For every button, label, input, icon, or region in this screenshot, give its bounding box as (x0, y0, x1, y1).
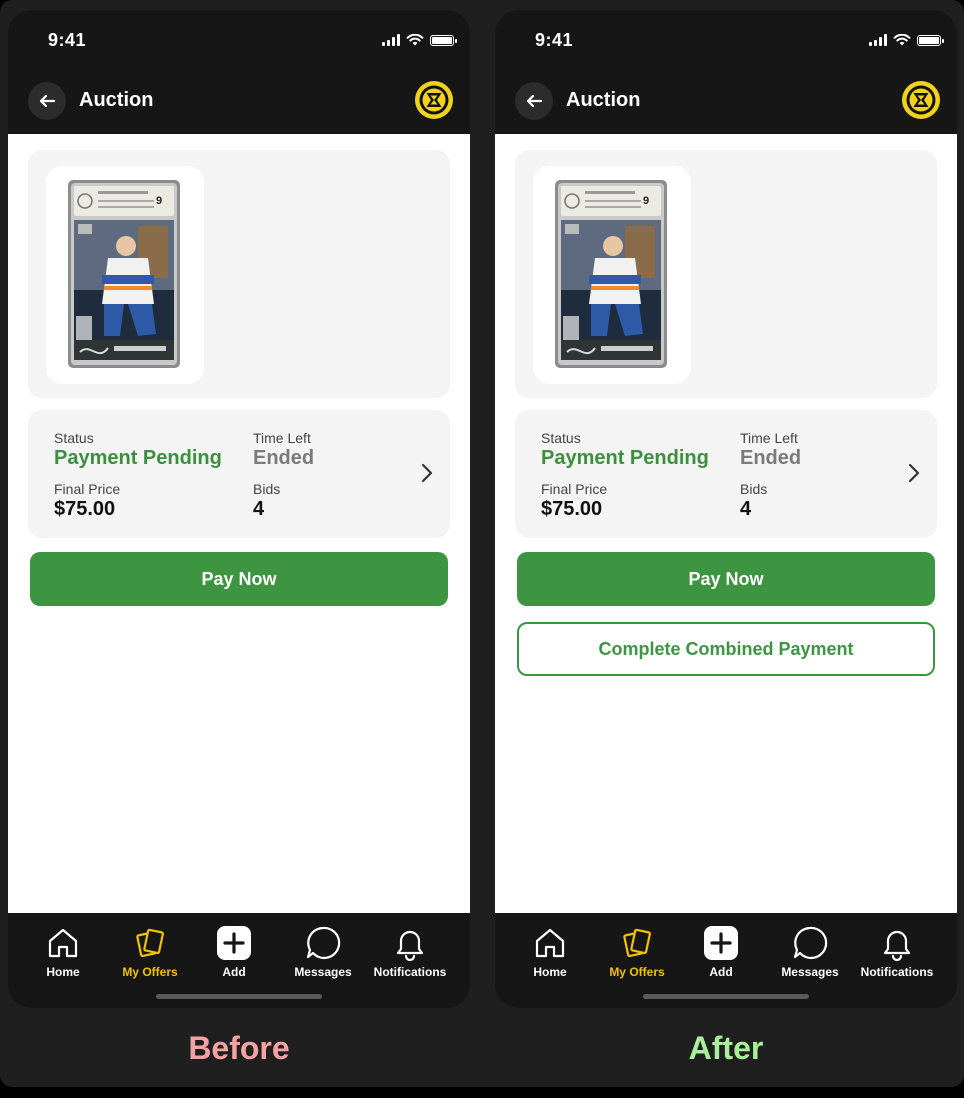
chevron-right-icon[interactable] (420, 462, 434, 484)
card-grade: 9 (156, 195, 162, 207)
tab-messages[interactable]: Messages (278, 925, 368, 979)
bids-value: 4 (253, 498, 265, 520)
auction-summary-card[interactable]: Status Payment Pending Time Left Ended F… (28, 410, 450, 538)
page-title: Auction (79, 89, 154, 111)
arrow-left-icon (526, 94, 543, 108)
time-left-label: Time Left (740, 430, 798, 446)
battery-icon (430, 34, 457, 46)
tab-home-label: Home (533, 965, 567, 979)
time-left-value: Ended (253, 447, 315, 469)
brand-logo-icon[interactable] (414, 80, 454, 120)
chevron-right-icon[interactable] (907, 462, 921, 484)
final-price-label: Final Price (541, 481, 608, 497)
auction-summary-card[interactable]: Status Payment Pending Time Left Ended F… (515, 410, 937, 538)
back-button[interactable] (515, 82, 553, 120)
time-left-label: Time Left (253, 430, 311, 446)
phone-before: 9:41 Auction 9 Status Payment Pending Ti… (8, 10, 470, 1008)
tab-notifications-label: Notifications (860, 965, 934, 979)
signal-icon (869, 34, 887, 46)
status-bar: 9:41 (495, 10, 957, 70)
home-indicator (156, 994, 322, 999)
plus-icon (704, 926, 738, 960)
arrow-left-icon (39, 94, 56, 108)
tab-messages-label: Messages (781, 965, 839, 979)
top-app-bar: Auction (495, 80, 957, 134)
final-price-label: Final Price (54, 481, 121, 497)
tab-add[interactable]: Add (676, 925, 766, 979)
complete-combined-payment-button[interactable]: Complete Combined Payment (517, 622, 935, 676)
back-button[interactable] (28, 82, 66, 120)
wifi-icon (406, 34, 424, 46)
tab-my-offers-label: My Offers (609, 965, 665, 979)
page-title: Auction (566, 89, 641, 111)
home-icon (535, 928, 565, 958)
pay-now-button[interactable]: Pay Now (517, 552, 935, 606)
status-value: Payment Pending (54, 447, 222, 469)
bell-icon (396, 930, 424, 961)
cards-icon (136, 928, 164, 958)
card-thumbnail[interactable]: 9 (533, 166, 691, 384)
home-icon (48, 928, 78, 958)
graded-card-image: 9 (68, 180, 180, 368)
auction-content: 9 Status Payment Pending Time Left Ended… (495, 134, 957, 913)
card-thumbnail[interactable]: 9 (46, 166, 204, 384)
status-label: Status (541, 430, 581, 446)
battery-icon (917, 34, 944, 46)
time-left-value: Ended (740, 447, 802, 469)
plus-icon (217, 926, 251, 960)
graded-card-image: 9 (555, 180, 667, 368)
tab-home[interactable]: Home (18, 925, 108, 979)
tab-notifications[interactable]: Notifications (852, 925, 942, 979)
status-value: Payment Pending (541, 447, 709, 469)
status-label: Status (54, 430, 94, 446)
bottom-tab-bar: Home My Offers Add Messages Notification… (495, 913, 957, 1008)
final-price-value: $75.00 (541, 498, 603, 520)
cards-icon (623, 928, 651, 958)
tab-add-label: Add (709, 965, 733, 979)
system-icons (869, 34, 944, 46)
bids-label: Bids (253, 481, 281, 497)
bids-label: Bids (740, 481, 768, 497)
bids-value: 4 (740, 498, 752, 520)
tab-notifications[interactable]: Notifications (365, 925, 455, 979)
card-grade: 9 (643, 195, 649, 207)
signal-icon (382, 34, 400, 46)
status-time: 9:41 (535, 30, 574, 50)
auction-content: 9 Status Payment Pending Time Left Ended… (8, 134, 470, 913)
tab-my-offers[interactable]: My Offers (592, 925, 682, 979)
comparison-canvas: 9:41 Auction 9 Status Payment Pending Ti… (0, 0, 964, 1087)
status-time: 9:41 (48, 30, 87, 50)
caption-after: After (688, 1030, 764, 1066)
tab-notifications-label: Notifications (373, 965, 447, 979)
status-bar: 9:41 (8, 10, 470, 70)
chat-bubble-icon (793, 926, 828, 960)
tab-home-label: Home (46, 965, 80, 979)
home-indicator (643, 994, 809, 999)
phone-after: 9:41 Auction 9 Status Payment Pending Ti… (495, 10, 957, 1008)
tab-add[interactable]: Add (189, 925, 279, 979)
tab-my-offers-label: My Offers (122, 965, 178, 979)
tab-home[interactable]: Home (505, 925, 595, 979)
card-image-panel: 9 (28, 150, 450, 398)
top-app-bar: Auction (8, 80, 470, 134)
tab-messages-label: Messages (294, 965, 352, 979)
tab-my-offers[interactable]: My Offers (105, 925, 195, 979)
wifi-icon (893, 34, 911, 46)
bell-icon (883, 930, 911, 961)
brand-logo-icon[interactable] (901, 80, 941, 120)
caption-before: Before (188, 1030, 290, 1066)
tab-add-label: Add (222, 965, 246, 979)
pay-now-button[interactable]: Pay Now (30, 552, 448, 606)
bottom-tab-bar: Home My Offers Add Messages Notification… (8, 913, 470, 1008)
system-icons (382, 34, 457, 46)
tab-messages[interactable]: Messages (765, 925, 855, 979)
chat-bubble-icon (306, 926, 341, 960)
card-image-panel: 9 (515, 150, 937, 398)
final-price-value: $75.00 (54, 498, 116, 520)
